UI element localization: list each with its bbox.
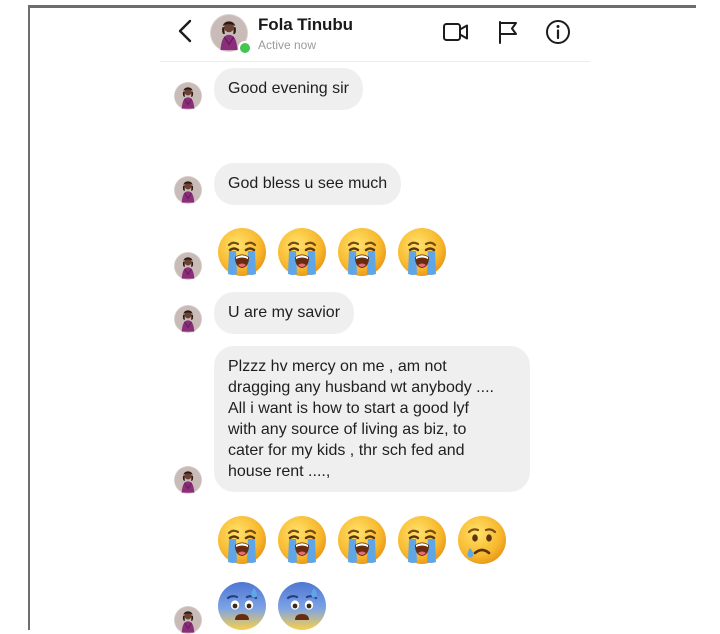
sender-avatar[interactable] <box>174 252 202 280</box>
loudly-crying-face-icon <box>396 226 448 278</box>
active-status: Active now <box>258 38 317 52</box>
message-bubble[interactable]: Plzzz hv mercy on me , am not dragging a… <box>214 346 530 492</box>
loudly-crying-face-icon <box>216 226 268 278</box>
loudly-crying-face-icon <box>336 514 388 566</box>
sender-avatar[interactable] <box>174 176 202 204</box>
message-bubble[interactable]: God bless u see much <box>214 163 402 205</box>
back-chevron-icon[interactable] <box>175 18 197 44</box>
message-line: house rent ...., <box>228 463 331 480</box>
crying-face-icon <box>456 514 508 566</box>
contact-name[interactable]: Fola Tinubu <box>258 15 353 35</box>
online-indicator <box>238 41 252 55</box>
info-icon[interactable] <box>544 18 572 46</box>
message-bubble[interactable]: Good evening sir <box>214 68 363 110</box>
message-line: All i want is how to start a good lyf <box>228 400 469 417</box>
sender-avatar[interactable] <box>174 466 202 494</box>
loudly-crying-face-icon <box>396 514 448 566</box>
sender-avatar[interactable] <box>174 82 202 110</box>
loudly-crying-face-icon <box>276 226 328 278</box>
message-line: with any source of living as biz, to <box>228 421 467 438</box>
message-line: Plzzz hv mercy on me , am not <box>228 358 447 375</box>
screenshot-left-border <box>28 6 30 630</box>
video-call-icon[interactable] <box>442 18 470 46</box>
message-bubble[interactable]: U are my savior <box>214 292 355 334</box>
anxious-face-with-sweat-icon <box>276 580 328 632</box>
message-line: dragging any husband wt anybody .... <box>228 379 494 396</box>
anxious-face-with-sweat-icon <box>216 580 268 632</box>
sender-avatar[interactable] <box>174 305 202 333</box>
loudly-crying-face-icon <box>276 514 328 566</box>
loudly-crying-face-icon <box>216 514 268 566</box>
loudly-crying-face-icon <box>336 226 388 278</box>
flag-icon[interactable] <box>494 18 522 46</box>
message-line: cater for my kids , thr sch fed and <box>228 442 465 459</box>
header-divider <box>160 61 590 62</box>
